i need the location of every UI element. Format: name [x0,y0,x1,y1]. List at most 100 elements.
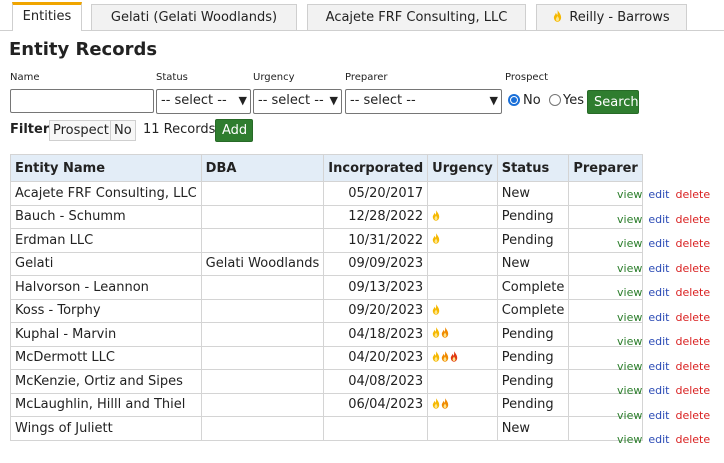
view-link[interactable]: view [617,213,642,226]
status-select[interactable]: -- select -- ▼ [156,89,251,114]
column-header-preparer[interactable]: Preparer [568,154,643,182]
no-filter-chip[interactable]: No [110,120,136,141]
preparer-select[interactable]: -- select -- ▼ [345,89,502,114]
tab-bar: Entities Gelati (Gelati Woodlands) Acaje… [0,0,724,31]
view-link[interactable]: view [617,409,642,422]
cell-urgency [427,181,498,206]
cell-status: New [496,416,570,441]
urgency-select[interactable]: -- select -- ▼ [253,89,342,114]
delete-link[interactable]: delete [675,237,710,250]
chevron-down-icon: ▼ [238,94,247,107]
prospect-yes-radio[interactable] [549,94,561,106]
cell-dba [200,228,325,253]
name-input[interactable] [10,89,154,113]
cell-urgency [427,251,498,276]
cell-incorporated: 06/04/2023 [323,392,429,417]
tab-reilly-barrows[interactable]: Reilly - Barrows [536,4,687,30]
view-link[interactable]: view [617,311,642,324]
chevron-down-icon: ▼ [489,94,498,107]
flame-icon [432,351,440,366]
edit-link[interactable]: edit [648,409,669,422]
column-header-dba[interactable]: DBA [200,154,325,182]
urgency-select-value: -- select -- [258,93,324,108]
cell-urgency [427,275,498,300]
name-filter-label: Name [10,72,40,83]
column-header-incorporated[interactable]: Incorporated [323,154,429,182]
tab-acajete[interactable]: Acajete FRF Consulting, LLC [307,4,526,30]
status-filter-label: Status [156,72,188,83]
cell-entity-name: Bauch - Schumm [10,204,202,229]
column-header-status[interactable]: Status [496,154,570,182]
edit-link[interactable]: edit [648,433,669,446]
cell-status: Pending [496,322,570,347]
delete-link[interactable]: delete [675,311,710,324]
cell-status: New [496,251,570,276]
table-row: Kuphal - Marvin 04/18/2023 Pending [10,322,643,347]
cell-entity-name: McLaughlin, Hilll and Thiel [10,392,202,417]
delete-link[interactable]: delete [675,409,710,422]
edit-link[interactable]: edit [648,360,669,373]
add-button[interactable]: Add [215,119,253,142]
cell-dba: Gelati Woodlands [200,251,325,276]
prospect-no-radio[interactable] [508,94,520,106]
status-select-value: -- select -- [161,93,227,108]
table-row: McDermott LLC 04/20/2023 Pending [10,345,643,370]
row-actions: view edit delete [617,360,716,373]
row-actions: view edit delete [617,335,716,348]
cell-status: Pending [496,345,570,370]
view-link[interactable]: view [617,262,642,275]
flame-icon [441,398,449,413]
edit-link[interactable]: edit [648,311,669,324]
view-link[interactable]: view [617,237,642,250]
cell-dba [200,275,325,300]
cell-urgency [427,322,498,347]
column-header-entity-name[interactable]: Entity Name [10,154,202,182]
view-link[interactable]: view [617,188,642,201]
tab-gelati[interactable]: Gelati (Gelati Woodlands) [91,4,297,30]
row-actions: view edit delete [617,311,716,324]
delete-link[interactable]: delete [675,360,710,373]
column-header-urgency[interactable]: Urgency [427,154,498,182]
row-actions: view edit delete [617,384,716,397]
cell-urgency [427,416,498,441]
cell-incorporated: 12/28/2022 [323,204,429,229]
cell-urgency [427,204,498,229]
flame-icon [553,6,562,32]
prospect-filter-chip[interactable]: Prospect [49,120,113,141]
delete-link[interactable]: delete [675,188,710,201]
cell-dba [200,369,325,394]
cell-dba [200,298,325,323]
cell-incorporated: 09/09/2023 [323,251,429,276]
edit-link[interactable]: edit [648,286,669,299]
row-actions: view edit delete [617,262,716,275]
delete-link[interactable]: delete [675,213,710,226]
delete-link[interactable]: delete [675,262,710,275]
view-link[interactable]: view [617,335,642,348]
search-button[interactable]: Search [587,90,639,114]
cell-entity-name: Koss - Torphy [10,298,202,323]
edit-link[interactable]: edit [648,335,669,348]
edit-link[interactable]: edit [648,262,669,275]
cell-entity-name: Acajete FRF Consulting, LLC [10,181,202,206]
table-row: Halvorson - Leannon 09/13/2023 Complete [10,275,643,300]
edit-link[interactable]: edit [648,188,669,201]
tab-entities[interactable]: Entities [12,2,82,31]
edit-link[interactable]: edit [648,384,669,397]
tab-label: Reilly - Barrows [569,10,670,25]
delete-link[interactable]: delete [675,384,710,397]
view-link[interactable]: view [617,433,642,446]
table-row: Bauch - Schumm 12/28/2022 Pending [10,204,643,229]
edit-link[interactable]: edit [648,237,669,250]
delete-link[interactable]: delete [675,433,710,446]
cell-urgency [427,228,498,253]
table-row: McLaughlin, Hilll and Thiel 06/04/2023 Pen… [10,392,643,417]
edit-link[interactable]: edit [648,213,669,226]
delete-link[interactable]: delete [675,286,710,299]
view-link[interactable]: view [617,384,642,397]
cell-dba [200,345,325,370]
table-row: Wings of Juliett New [10,416,643,441]
cell-status: Complete [496,275,570,300]
view-link[interactable]: view [617,286,642,299]
view-link[interactable]: view [617,360,642,373]
delete-link[interactable]: delete [675,335,710,348]
